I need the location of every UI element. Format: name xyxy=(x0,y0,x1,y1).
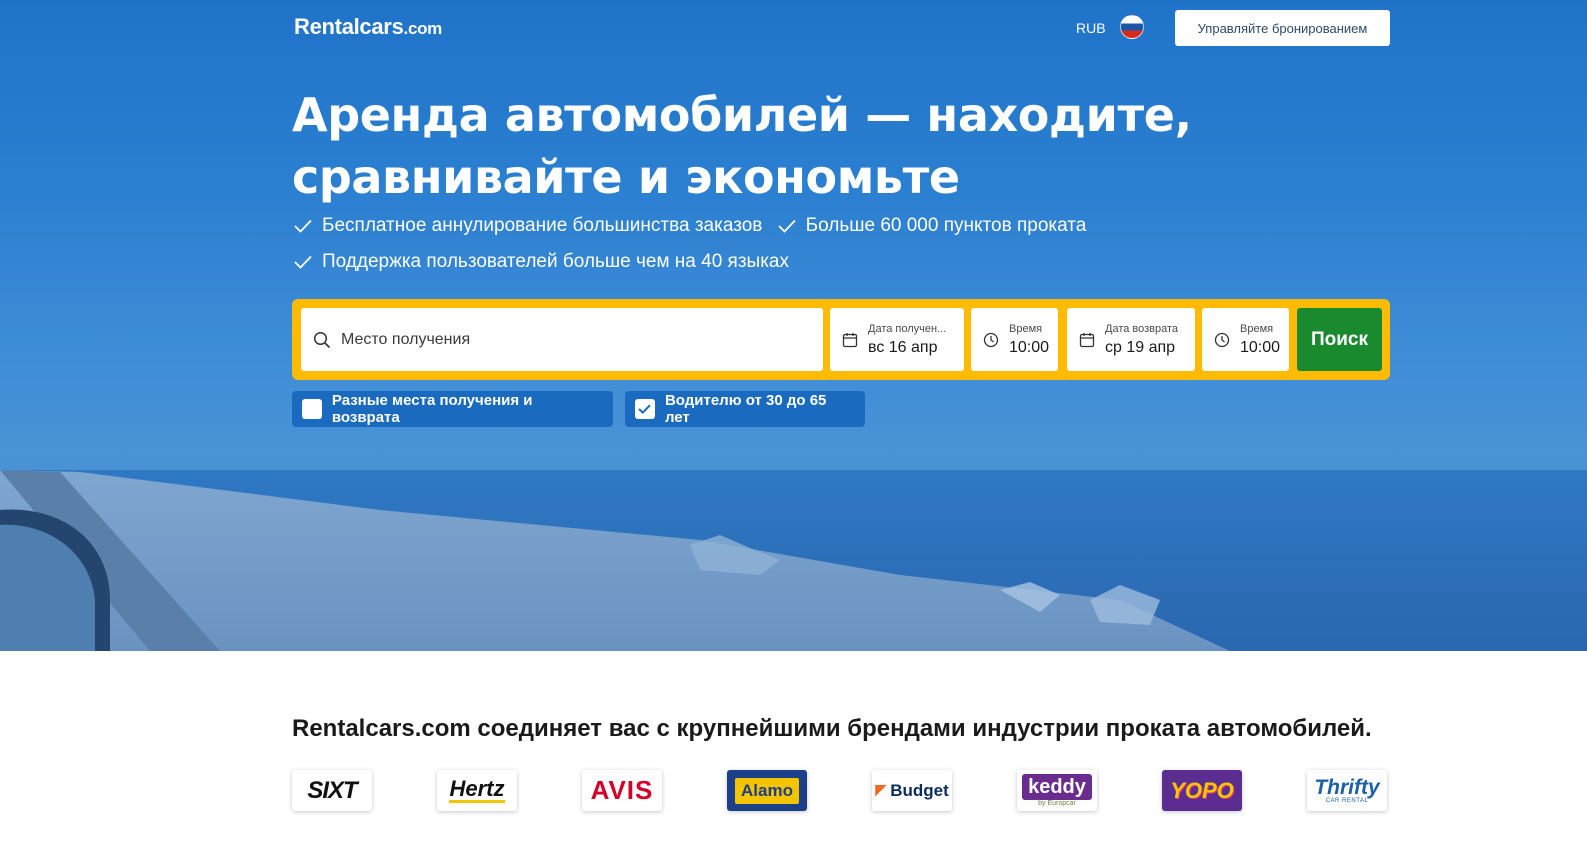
brands-title: Rentalcars.com соединяет вас с крупнейши… xyxy=(292,715,1372,742)
brand-logo-sixt: SIXT xyxy=(292,770,372,811)
budget-logo-text: Budget xyxy=(890,780,949,800)
pickup-date-field[interactable]: Дата получен... вс 16 апр xyxy=(830,308,964,371)
benefits-list: Бесплатное аннулирование большинства зак… xyxy=(294,212,1194,284)
brand-logo-thrifty: Thrifty CAR RENTAL xyxy=(1307,770,1387,811)
clock-icon xyxy=(1214,332,1230,347)
benefit-text: Бесплатное аннулирование большинства зак… xyxy=(322,214,763,236)
clock-icon xyxy=(983,332,999,347)
checkmark-icon xyxy=(294,255,312,269)
search-button[interactable]: Поиск xyxy=(1297,308,1382,371)
benefit-text: Поддержка пользователей больше чем на 40… xyxy=(322,250,790,272)
benefit-item: Больше 60 000 пунктов проката xyxy=(778,212,1087,239)
keddy-logo-subtext: by Europcar xyxy=(1038,800,1076,807)
yopo-logo-text: YOPO xyxy=(1170,777,1234,803)
different-locations-label: Разные места получения и возврата xyxy=(331,392,533,426)
search-form: Место получения Дата получен... вс 16 ап… xyxy=(292,299,1390,380)
return-date-value: ср 19 апр xyxy=(1105,338,1176,356)
pickup-date-value: вс 16 апр xyxy=(868,338,938,356)
hero-section: Rentalcars.com RUB Управляйте бронирован… xyxy=(0,0,1587,651)
hertz-logo-text: Hertz xyxy=(449,776,505,803)
pickup-date-label: Дата получен... xyxy=(868,322,947,335)
brand-logo-avis: AVIS xyxy=(582,770,662,811)
brand-logo-budget: Budget xyxy=(872,770,952,811)
checkmark-icon xyxy=(778,219,796,233)
return-date-label: Дата возврата xyxy=(1105,322,1179,335)
benefit-text: Больше 60 000 пунктов проката xyxy=(805,214,1087,236)
calendar-icon xyxy=(842,332,858,347)
currency-selector[interactable]: RUB xyxy=(1076,20,1106,36)
logo-suffix: .com xyxy=(403,19,443,38)
brand-logo-yopo: YOPO xyxy=(1162,770,1242,811)
calendar-icon xyxy=(1079,332,1095,347)
benefit-item: Бесплатное аннулирование большинства зак… xyxy=(294,212,762,239)
return-time-label: Время xyxy=(1240,322,1274,335)
pickup-time-field[interactable]: Время 10:00 xyxy=(971,308,1058,371)
brand-logo-alamo: Alamo xyxy=(727,770,807,811)
return-date-field[interactable]: Дата возврата ср 19 апр xyxy=(1067,308,1195,371)
thrifty-logo-text: Thrifty xyxy=(1314,775,1380,799)
different-locations-option[interactable]: Разные места получения и возврата xyxy=(292,391,613,427)
rentalcars-logo[interactable]: Rentalcars.com xyxy=(294,14,442,40)
manage-booking-button[interactable]: Управляйте бронированием xyxy=(1175,10,1390,46)
pickup-time-label: Время xyxy=(1009,322,1043,335)
return-time-value: 10:00 xyxy=(1240,338,1281,356)
brand-logo-hertz: Hertz xyxy=(437,770,517,811)
alamo-logo-text: Alamo xyxy=(735,777,799,804)
budget-logo-mark xyxy=(875,784,888,797)
brand-logo-keddy: keddy by Europcar xyxy=(1017,770,1097,811)
pickup-location-placeholder: Место получения xyxy=(341,330,471,348)
different-locations-checkbox[interactable] xyxy=(302,399,322,419)
russia-flag-icon[interactable] xyxy=(1120,15,1144,39)
driver-age-label: Водителю от 30 до 65 лет xyxy=(664,392,827,426)
benefit-item: Поддержка пользователей больше чем на 40… xyxy=(294,248,789,275)
pickup-location-input[interactable]: Место получения xyxy=(301,308,823,371)
driver-age-option[interactable]: Водителю от 30 до 65 лет xyxy=(625,391,865,427)
sixt-logo-text: SIXT xyxy=(307,776,357,804)
avis-logo-text: AVIS xyxy=(590,775,654,805)
logo-text: Rentalcars xyxy=(294,14,404,39)
driver-age-checkbox[interactable] xyxy=(635,399,655,419)
search-icon xyxy=(313,331,331,348)
keddy-logo-text: keddy xyxy=(1022,774,1092,800)
thrifty-logo-subtext: CAR RENTAL xyxy=(1325,797,1369,804)
checkmark-icon xyxy=(294,219,312,233)
checkmark-icon xyxy=(638,404,652,414)
pickup-time-value: 10:00 xyxy=(1009,338,1050,356)
return-time-field[interactable]: Время 10:00 xyxy=(1202,308,1289,371)
page-title: Аренда автомобилей — находите, сравнивай… xyxy=(292,88,1192,204)
